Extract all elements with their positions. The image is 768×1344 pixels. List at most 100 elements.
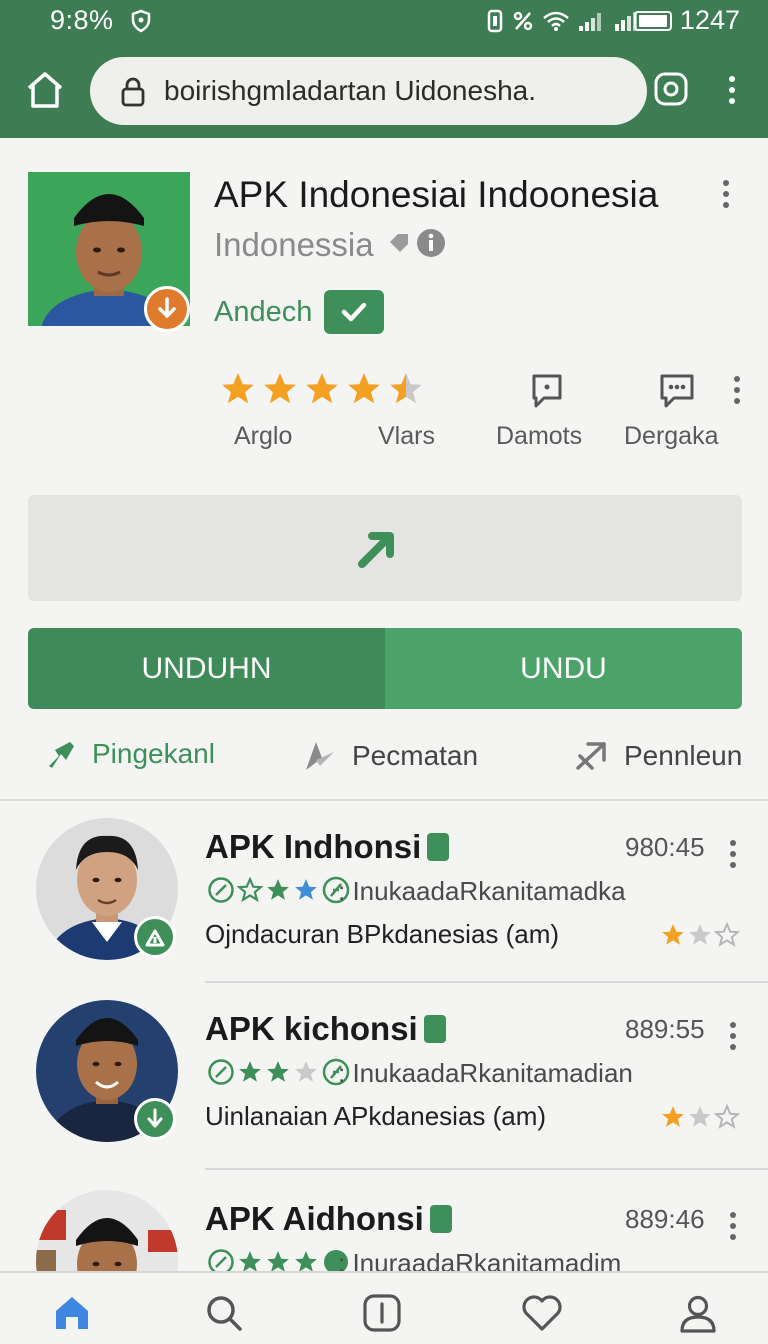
app-rating-stars bbox=[218, 370, 426, 408]
verified-icon bbox=[427, 833, 450, 861]
stat-comments-label: Damots bbox=[496, 422, 583, 450]
list-divider bbox=[205, 1168, 768, 1170]
comment-icon[interactable] bbox=[530, 372, 564, 415]
developer-name[interactable]: Andech bbox=[214, 296, 312, 329]
dnd-icon bbox=[513, 11, 533, 31]
url-text[interactable]: boirishgmladartan Uidonesha. bbox=[164, 75, 536, 107]
item-subtitle: : InukaadaRkanitamadka bbox=[338, 876, 626, 906]
star-icon bbox=[267, 879, 289, 900]
share-action[interactable]: Pingekanl bbox=[46, 738, 215, 770]
item-menu-button[interactable] bbox=[726, 838, 740, 872]
info-icon bbox=[363, 1294, 401, 1332]
profile-icon bbox=[680, 1295, 716, 1333]
star-icon bbox=[239, 1251, 261, 1271]
info-circle-icon bbox=[417, 229, 445, 257]
star-outline-icon bbox=[237, 877, 263, 903]
action-row: Pingekanl Pecmatan Pennleun bbox=[0, 730, 768, 784]
star-icon bbox=[295, 1061, 317, 1082]
leaf-icon bbox=[208, 1249, 234, 1271]
extension-button[interactable] bbox=[652, 70, 692, 110]
lookup-icon bbox=[306, 742, 334, 770]
item-description: Uinlanaian APkdanesias (am) bbox=[205, 1101, 547, 1131]
nav-favorites-button[interactable] bbox=[520, 1291, 564, 1335]
download-button-group: UNDUHN UNDU bbox=[28, 628, 742, 709]
star-half-icon bbox=[689, 1106, 711, 1127]
item-title-text: APK Aidhonsi bbox=[205, 1200, 424, 1237]
star-icon bbox=[348, 373, 380, 404]
item-menu-button[interactable] bbox=[726, 1020, 740, 1054]
star-icon bbox=[222, 373, 254, 404]
nav-search-button[interactable] bbox=[202, 1291, 246, 1335]
stat-chat-label: Dergaka bbox=[624, 422, 719, 450]
star-icon bbox=[267, 1251, 289, 1271]
more-vert-icon bbox=[712, 178, 740, 208]
item-subtitle: : InuraadaRkanitamadim bbox=[338, 1248, 622, 1271]
more-vert-icon bbox=[726, 374, 748, 404]
item-rating-stars bbox=[660, 1104, 740, 1130]
bottom-navigation bbox=[0, 1271, 768, 1344]
more-vert-icon bbox=[726, 1020, 740, 1050]
item-title-text: APK Indhonsi bbox=[205, 828, 422, 865]
home-button[interactable] bbox=[24, 70, 68, 114]
item-rating-row bbox=[207, 1058, 351, 1086]
nav-profile-button[interactable] bbox=[676, 1291, 720, 1335]
download-badge-icon bbox=[144, 286, 190, 332]
item-rating-row bbox=[207, 1248, 351, 1271]
browser-menu-button[interactable] bbox=[718, 74, 746, 110]
leaf-icon bbox=[208, 1059, 234, 1085]
list-item[interactable]: APK Indhonsi 980:45 : InukaadaRkanitamad… bbox=[0, 818, 768, 998]
star-half-icon bbox=[689, 924, 711, 945]
list-item[interactable]: APK Aidhonsi 889:46 : InuraadaRkanitamad… bbox=[0, 1190, 768, 1271]
subtitle-icons bbox=[388, 228, 446, 258]
status-icons bbox=[486, 9, 640, 33]
app-menu-button[interactable] bbox=[712, 178, 740, 212]
battery-icon bbox=[634, 11, 672, 31]
nav-home-button[interactable] bbox=[50, 1291, 94, 1335]
list-item[interactable]: APK kichonsi 889:55 : InukaadaRkanitamad… bbox=[0, 1000, 768, 1180]
verified-check-icon bbox=[324, 290, 384, 334]
battery-level: 1247 bbox=[679, 5, 740, 35]
app-subtitle: Indonessia bbox=[214, 226, 374, 263]
star-icon bbox=[267, 1061, 289, 1082]
lookup-action[interactable]: Pecmatan bbox=[302, 738, 478, 774]
forward-action[interactable]: Pennleun bbox=[574, 738, 742, 774]
star-outline-icon bbox=[714, 1104, 740, 1129]
item-time: 980:45 bbox=[625, 832, 705, 862]
browser-chrome: 9:8% 1247 boirishgmladartan Uidonesha. bbox=[0, 0, 768, 138]
chat-icon[interactable] bbox=[658, 372, 696, 415]
arrow-up-right-icon bbox=[354, 526, 400, 577]
more-vert-icon bbox=[726, 838, 740, 868]
item-title[interactable]: APK Aidhonsi bbox=[205, 1200, 452, 1238]
star-icon bbox=[295, 1251, 317, 1271]
more-vert-icon bbox=[726, 1210, 740, 1240]
star-icon bbox=[662, 924, 684, 945]
nav-info-button[interactable] bbox=[360, 1291, 404, 1335]
download-primary-button[interactable]: UNDUHN bbox=[28, 628, 385, 709]
wifi-icon bbox=[543, 11, 569, 31]
signal-icon bbox=[579, 13, 601, 31]
stat-rating-label: Arglo bbox=[234, 422, 293, 450]
forward-action-label: Pennleun bbox=[624, 740, 743, 771]
avatar bbox=[36, 1190, 178, 1271]
install-icon bbox=[134, 916, 176, 958]
item-description: Ojndacuran BPkdanesias (am) bbox=[205, 919, 560, 949]
download-icon bbox=[134, 1098, 176, 1140]
status-bar: 9:8% 1247 bbox=[0, 0, 768, 44]
star-icon bbox=[295, 879, 317, 900]
url-bar[interactable]: boirishgmladartan Uidonesha. bbox=[90, 57, 647, 125]
item-menu-button[interactable] bbox=[726, 1210, 740, 1244]
leaf-icon bbox=[208, 877, 234, 903]
star-outline-icon bbox=[714, 922, 740, 947]
star-icon bbox=[306, 373, 338, 404]
stat-reviews-label: Vlars bbox=[378, 422, 435, 450]
heart-icon bbox=[522, 1295, 562, 1331]
star-icon bbox=[662, 1106, 684, 1127]
item-title[interactable]: APK kichonsi bbox=[205, 1010, 446, 1048]
item-title[interactable]: APK Indhonsi bbox=[205, 828, 450, 866]
verified-icon bbox=[423, 1015, 446, 1043]
download-secondary-button[interactable]: UNDU bbox=[385, 628, 742, 709]
search-icon bbox=[207, 1296, 242, 1331]
stats-menu-button[interactable] bbox=[726, 374, 748, 408]
share-action-label: Pingekanl bbox=[92, 738, 215, 769]
more-vert-icon bbox=[718, 74, 746, 104]
